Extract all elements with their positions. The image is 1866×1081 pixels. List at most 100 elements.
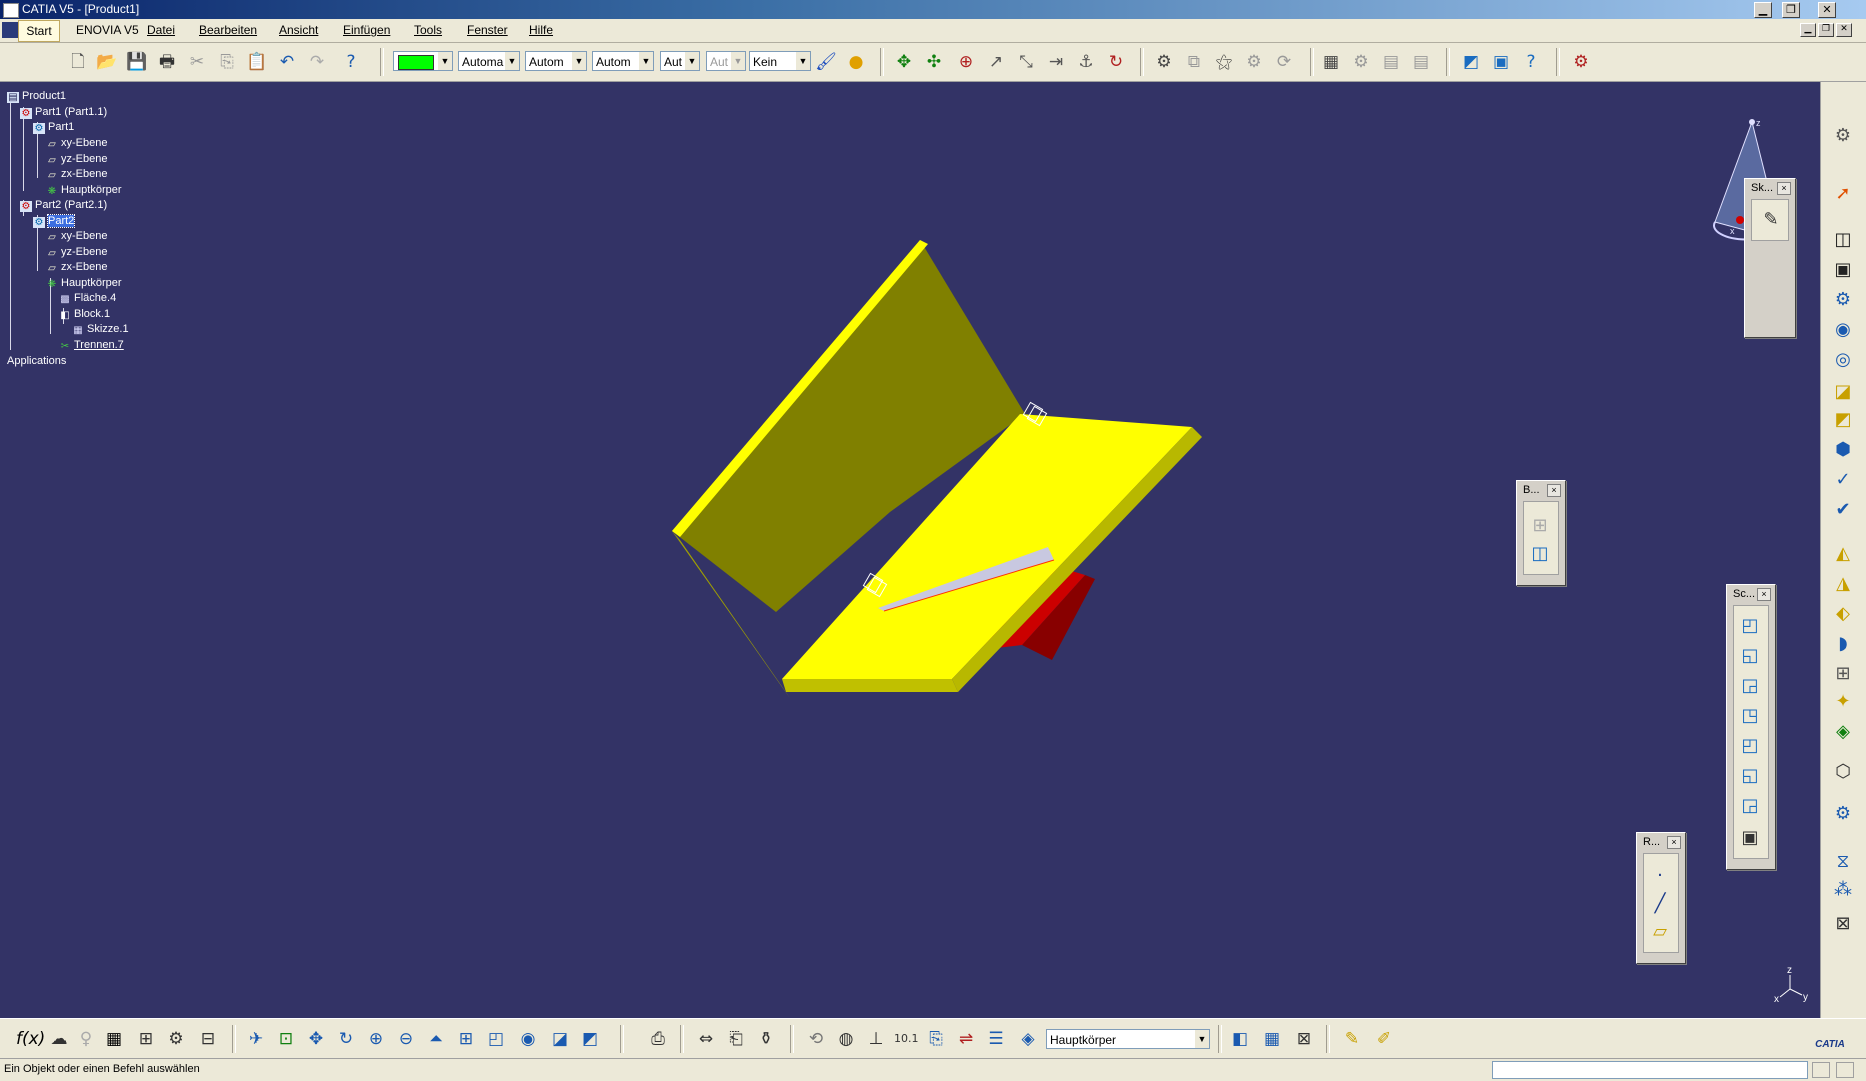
line-icon[interactable]: ╱: [1647, 892, 1673, 916]
slot-icon[interactable]: ◮: [1831, 572, 1855, 596]
measure-icon[interactable]: ⊟: [196, 1028, 220, 1050]
doc-minimize-button[interactable]: ▁: [1800, 23, 1816, 37]
update-all-icon[interactable]: ⎙: [646, 1028, 670, 1050]
left-view-icon[interactable]: ◳: [1737, 704, 1763, 728]
tree-node-main-body[interactable]: ❋ Hauptkörper: [46, 184, 122, 197]
scaling-icon[interactable]: ⊠: [1831, 912, 1855, 936]
tree-node-sketch[interactable]: ▦ Skizze.1: [72, 323, 128, 336]
boolean-palette[interactable]: B... × ⊞ ◫: [1516, 480, 1566, 586]
fit-all-icon[interactable]: ⊡: [274, 1028, 298, 1050]
clash-icon[interactable]: ⇔: [694, 1028, 718, 1050]
existing-component-icon[interactable]: ⧉: [1183, 51, 1205, 73]
shaft-icon[interactable]: ⬢: [1831, 438, 1855, 462]
close-icon[interactable]: ×: [1547, 484, 1561, 497]
linetype-combo[interactable]: Autom ▼: [525, 51, 587, 71]
top-view-icon[interactable]: ◱: [1737, 764, 1763, 788]
knowledge-icon[interactable]: ☁: [47, 1028, 71, 1050]
menu-fenster[interactable]: Fenster: [467, 23, 508, 37]
fillet-icon[interactable]: ⊞: [1831, 662, 1855, 686]
replace-component-icon[interactable]: ⚝: [1213, 51, 1235, 73]
new-product-icon[interactable]: ▣: [1831, 258, 1855, 282]
explode-icon[interactable]: ⊕: [955, 51, 977, 73]
tree-node-applications[interactable]: Applications: [7, 355, 66, 367]
pattern-icon[interactable]: ⁂: [1831, 878, 1855, 902]
command-button[interactable]: [1836, 1062, 1854, 1078]
sketch-palette[interactable]: Sk... × ✎: [1744, 178, 1796, 338]
sketch-icon[interactable]: ✎: [1758, 208, 1784, 232]
new-part-icon[interactable]: ⚙: [1831, 288, 1855, 312]
right-view-icon[interactable]: ◰: [1737, 734, 1763, 758]
doc-close-button[interactable]: ✕: [1836, 23, 1852, 37]
multi-view-icon[interactable]: ⊞: [454, 1028, 478, 1050]
generate-numbering-icon[interactable]: ▤: [1380, 51, 1402, 73]
thickness-icon[interactable]: ⚙: [1831, 802, 1855, 826]
rib-icon[interactable]: ◭: [1831, 542, 1855, 566]
assemble-icon[interactable]: ⊞: [1527, 514, 1553, 538]
cut-icon[interactable]: ✂: [186, 51, 208, 73]
color-combo[interactable]: ▼: [393, 51, 453, 71]
product-management-icon[interactable]: ⚙: [1350, 51, 1372, 73]
map-icon[interactable]: ▦: [1260, 1028, 1284, 1050]
tree-node-product1[interactable]: ▤ Product1: [7, 90, 66, 103]
command-button[interactable]: [1812, 1062, 1830, 1078]
offset-constraint-icon[interactable]: ⇥: [1045, 51, 1067, 73]
multi-instantiation-icon[interactable]: ⚙: [1243, 51, 1265, 73]
stop-manipulate-icon[interactable]: ↗: [985, 51, 1007, 73]
menu-hilfe[interactable]: Hilfe: [529, 23, 553, 37]
menu-tools[interactable]: Tools: [414, 23, 442, 37]
catalog-browser-icon[interactable]: ✎: [1340, 1028, 1364, 1050]
3d-viewport[interactable]: z x y z x y ▤Product1 ⚙Part1 (Part1.1) ⚙…: [0, 82, 1820, 1018]
table-icon[interactable]: ▦: [102, 1028, 126, 1050]
fix-constraint-icon[interactable]: ⚓: [1075, 51, 1097, 73]
reference-palette[interactable]: R... × · ╱ ▱: [1636, 832, 1686, 964]
painter-icon[interactable]: 🖌: [815, 51, 837, 73]
tree-node-zx-plane[interactable]: ▱ zx-Ebene: [46, 168, 107, 181]
zoom-out-icon[interactable]: ⊖: [394, 1028, 418, 1050]
pad-icon[interactable]: ◪: [1831, 380, 1855, 404]
tree-node-part1[interactable]: ⚙ Part1: [33, 121, 74, 134]
properties-icon[interactable]: ●: [845, 51, 867, 73]
iso-view-icon[interactable]: ◰: [484, 1028, 508, 1050]
sync-icon[interactable]: ⟲: [804, 1028, 828, 1050]
chamfer-icon[interactable]: ✦: [1831, 690, 1855, 714]
menu-start[interactable]: Start: [18, 20, 60, 42]
list-icon[interactable]: ☰: [984, 1028, 1008, 1050]
tree-node-split[interactable]: ✂ Trennen.7: [59, 339, 124, 352]
named-views-icon[interactable]: ▣: [1737, 826, 1763, 850]
menu-einfuegen[interactable]: Einfügen: [343, 23, 390, 37]
bottom-view-icon[interactable]: ◲: [1737, 794, 1763, 818]
zoom-in-icon[interactable]: ⊕: [364, 1028, 388, 1050]
rotate-icon[interactable]: ↻: [334, 1028, 358, 1050]
grid-icon[interactable]: 10.1: [894, 1028, 919, 1050]
iso-view-icon[interactable]: ◰: [1737, 614, 1763, 638]
macro-icon[interactable]: ✐: [1372, 1028, 1396, 1050]
close-icon[interactable]: ×: [1757, 588, 1771, 601]
thread-icon[interactable]: ◗: [1831, 632, 1855, 656]
loft-icon[interactable]: ⬖: [1831, 602, 1855, 626]
tree-node-part1-instance[interactable]: ⚙ Part1 (Part1.1): [20, 106, 107, 119]
pan-icon[interactable]: ✥: [304, 1028, 328, 1050]
swap-visible-icon[interactable]: ◩: [578, 1028, 602, 1050]
new-component-icon[interactable]: ◫: [1831, 228, 1855, 252]
context-help-icon[interactable]: ?: [1520, 51, 1542, 73]
apply-material-icon[interactable]: ⊠: [1292, 1028, 1316, 1050]
layer-auto-combo[interactable]: Aut ▼: [706, 51, 746, 71]
open-folder-icon[interactable]: 📂: [96, 51, 118, 73]
layer-combo[interactable]: Kein ▼: [749, 51, 811, 71]
manipulate-icon[interactable]: ✥: [893, 51, 915, 73]
layer-icon[interactable]: ⎘: [924, 1028, 948, 1050]
fly-mode-icon[interactable]: ✈: [244, 1028, 268, 1050]
new-file-icon[interactable]: 🗋: [67, 51, 89, 73]
shell-icon[interactable]: ⬡: [1831, 760, 1855, 784]
boolean-icon[interactable]: ◧: [1228, 1028, 1252, 1050]
body-selector-combo[interactable]: Hauptkörper ▼: [1046, 1029, 1210, 1049]
command-input[interactable]: [1492, 1061, 1808, 1079]
copy-icon[interactable]: ⎘: [216, 51, 238, 73]
axis-system-icon[interactable]: ⊥: [864, 1028, 888, 1050]
bill-of-material-icon[interactable]: ▤: [1410, 51, 1432, 73]
undo-icon[interactable]: ↶: [276, 51, 298, 73]
menu-datei[interactable]: Datei: [147, 23, 175, 37]
tree-node-yz-plane[interactable]: ▱ yz-Ebene: [46, 153, 107, 166]
menu-ansicht[interactable]: Ansicht: [279, 23, 318, 37]
sketcher-icon[interactable]: ◩: [1460, 51, 1482, 73]
